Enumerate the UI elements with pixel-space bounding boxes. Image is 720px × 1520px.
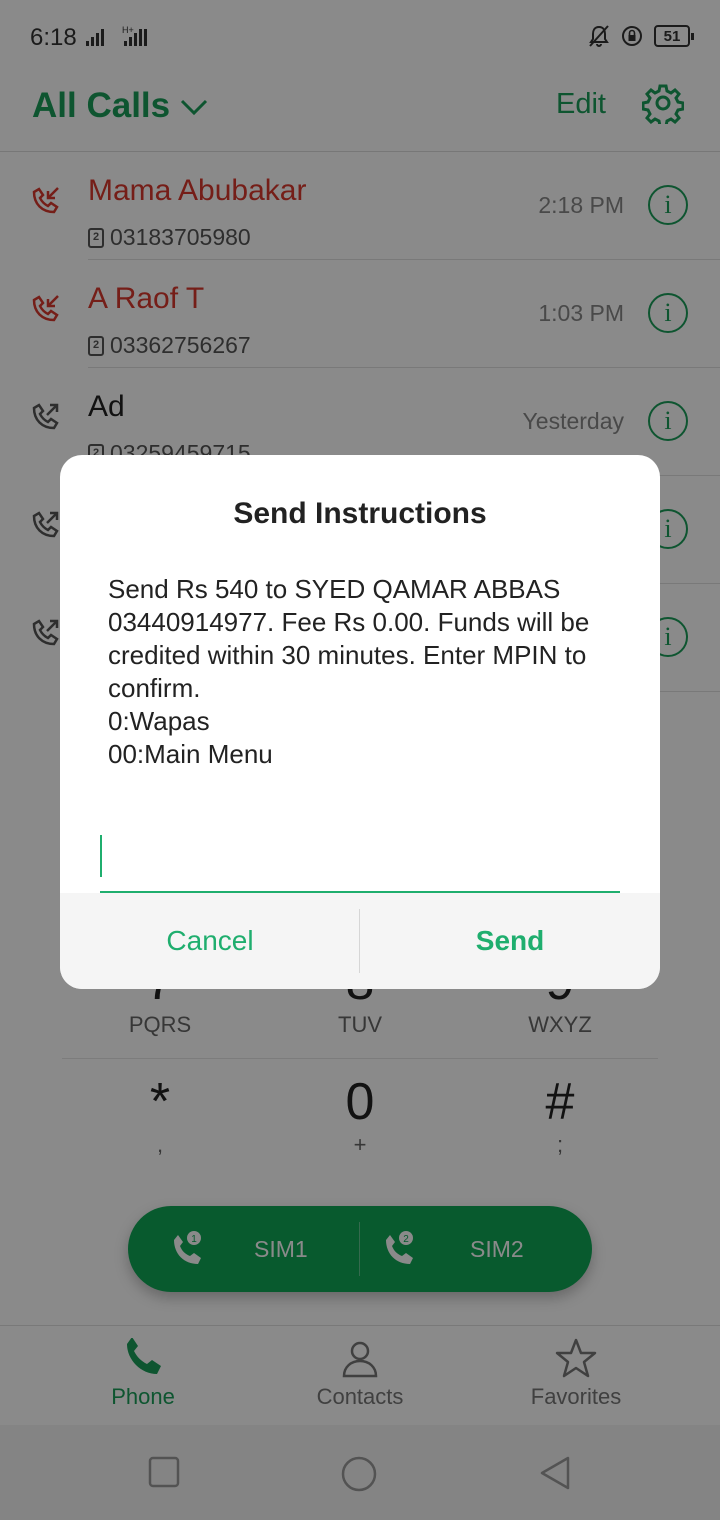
cancel-button[interactable]: Cancel [60,893,360,989]
dialog-title: Send Instructions [233,497,487,530]
dialog-message: Send Rs 540 to SYED QAMAR ABBAS 03440914… [108,574,590,769]
mpin-input[interactable] [100,827,620,893]
text-cursor [100,835,102,877]
dialog-actions: Cancel Send [60,893,660,989]
send-button[interactable]: Send [360,893,660,989]
ussd-dialog: Send Instructions Send Rs 540 to SYED QA… [60,455,660,989]
